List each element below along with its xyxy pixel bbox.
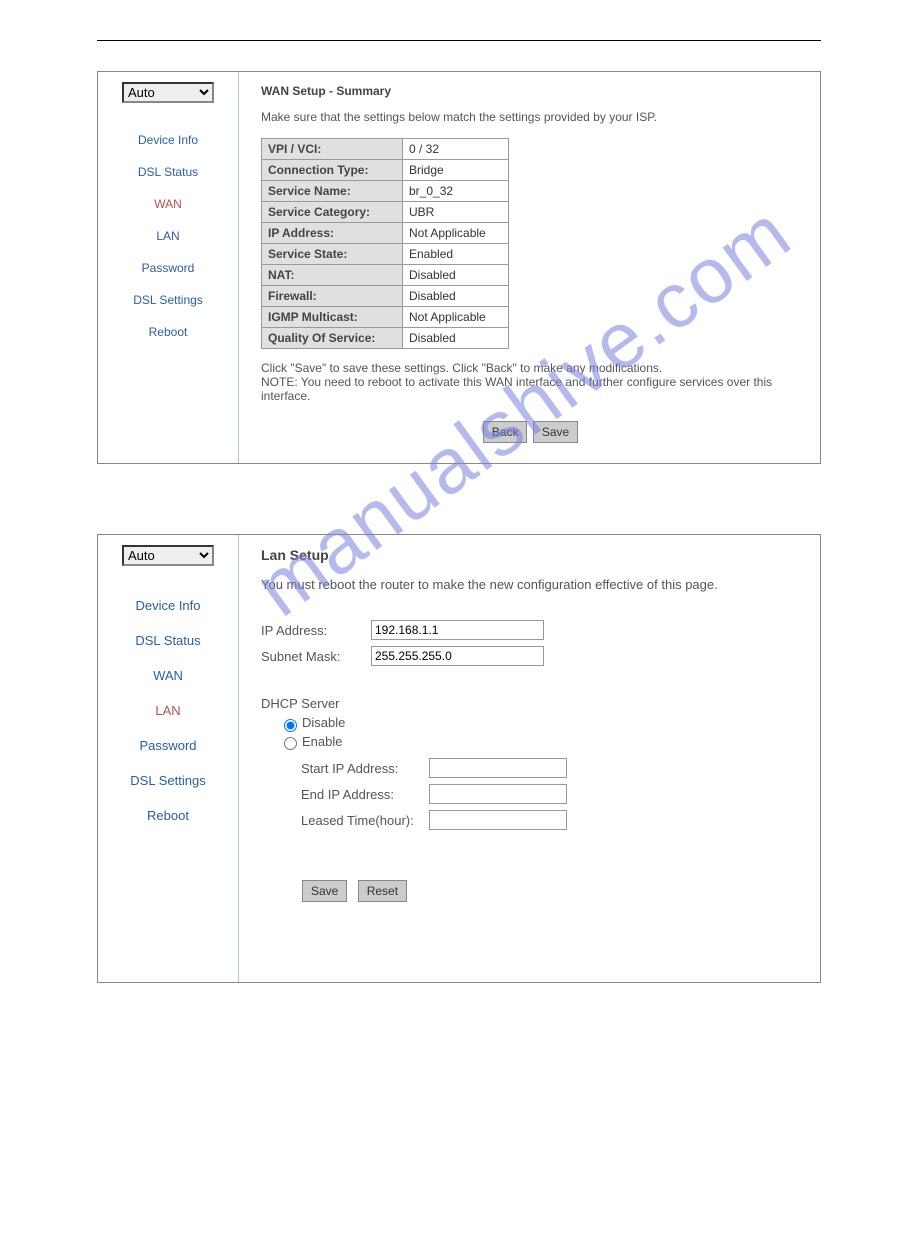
start-ip-input[interactable] [429,758,567,778]
dhcp-disable-label: Disable [302,715,345,730]
table-row: Service Name:br_0_32 [262,181,509,202]
table-row: NAT:Disabled [262,265,509,286]
table-row: Connection Type:Bridge [262,160,509,181]
lan-content: Lan Setup You must reboot the router to … [239,535,820,982]
dhcp-disable-radio[interactable] [284,719,297,732]
table-row: VPI / VCI:0 / 32 [262,139,509,160]
lan-title: Lan Setup [261,547,800,563]
sidebar-item-device-info[interactable]: Device Info [98,598,238,613]
end-ip-input[interactable] [429,784,567,804]
sidebar-item-dsl-settings[interactable]: DSL Settings [98,293,238,307]
sidebar-item-password[interactable]: Password [98,738,238,753]
wan-summary-table: VPI / VCI:0 / 32 Connection Type:Bridge … [261,138,509,349]
dhcp-enable-radio[interactable] [284,737,297,750]
sidebar-item-dsl-settings[interactable]: DSL Settings [98,773,238,788]
save-button[interactable]: Save [302,880,347,902]
dhcp-server-label: DHCP Server [261,696,800,711]
sidebar-item-wan[interactable]: WAN [98,668,238,683]
wan-note: Click "Save" to save these settings. Cli… [261,361,800,403]
reset-button[interactable]: Reset [358,880,407,902]
sidebar: Auto Device Info DSL Status WAN LAN Pass… [98,72,239,463]
start-ip-label: Start IP Address: [301,761,429,776]
table-row: Service Category:UBR [262,202,509,223]
sidebar-item-lan[interactable]: LAN [98,229,238,243]
sidebar-item-reboot[interactable]: Reboot [98,325,238,339]
sidebar-item-dsl-status[interactable]: DSL Status [98,165,238,179]
back-button[interactable]: Back [483,421,528,443]
header-divider [97,40,821,41]
end-ip-label: End IP Address: [301,787,429,802]
sidebar: Auto Device Info DSL Status WAN LAN Pass… [98,535,239,982]
lan-setup-panel: Auto Device Info DSL Status WAN LAN Pass… [97,534,821,983]
dhcp-enable-label: Enable [302,734,342,749]
wan-setup-panel: Auto Device Info DSL Status WAN LAN Pass… [97,71,821,464]
wan-content: WAN Setup - Summary Make sure that the s… [239,72,820,463]
sidebar-item-device-info[interactable]: Device Info [98,133,238,147]
table-row: IP Address:Not Applicable [262,223,509,244]
save-button[interactable]: Save [533,421,578,443]
leased-time-label: Leased Time(hour): [301,813,429,828]
refresh-select[interactable]: Auto [122,545,214,566]
sidebar-item-reboot[interactable]: Reboot [98,808,238,823]
ip-address-label: IP Address: [261,623,371,638]
table-row: Firewall:Disabled [262,286,509,307]
wan-desc: Make sure that the settings below match … [261,110,800,124]
table-row: IGMP Multicast:Not Applicable [262,307,509,328]
ip-address-input[interactable] [371,620,544,640]
sidebar-item-password[interactable]: Password [98,261,238,275]
table-row: Service State:Enabled [262,244,509,265]
subnet-mask-label: Subnet Mask: [261,649,371,664]
table-row: Quality Of Service:Disabled [262,328,509,349]
subnet-mask-input[interactable] [371,646,544,666]
sidebar-item-lan[interactable]: LAN [98,703,238,718]
wan-title: WAN Setup - Summary [261,84,800,98]
lan-desc: You must reboot the router to make the n… [261,577,800,592]
leased-time-input[interactable] [429,810,567,830]
sidebar-item-wan[interactable]: WAN [98,197,238,211]
refresh-select[interactable]: Auto [122,82,214,103]
sidebar-item-dsl-status[interactable]: DSL Status [98,633,238,648]
